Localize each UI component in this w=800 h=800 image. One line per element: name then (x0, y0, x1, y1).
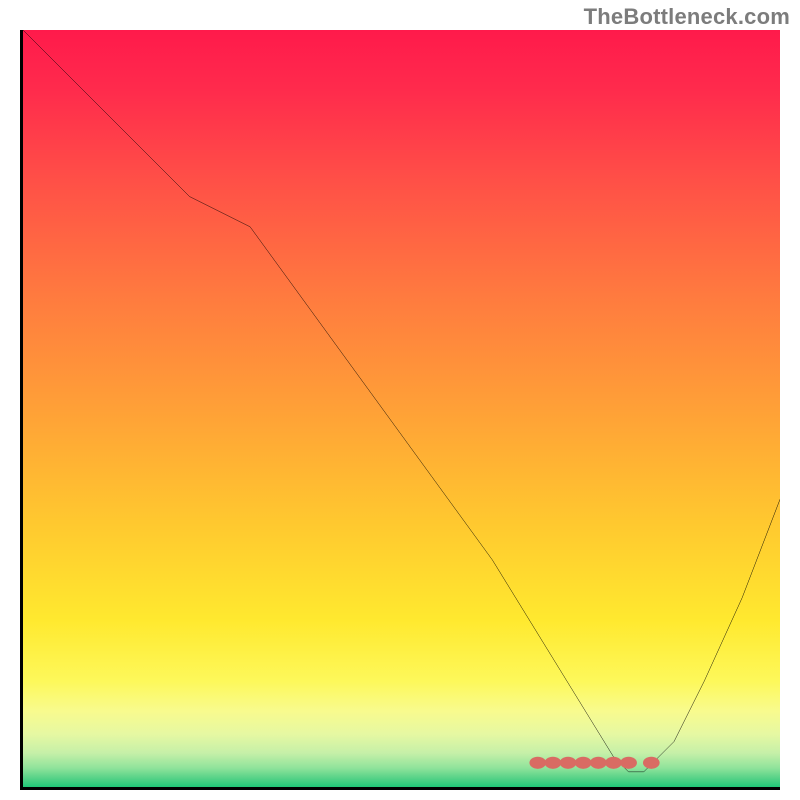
chart-background (23, 30, 780, 787)
watermark-text: TheBottleneck.com (584, 4, 790, 30)
plot-area (20, 30, 780, 790)
chart-container: TheBottleneck.com (0, 0, 800, 800)
